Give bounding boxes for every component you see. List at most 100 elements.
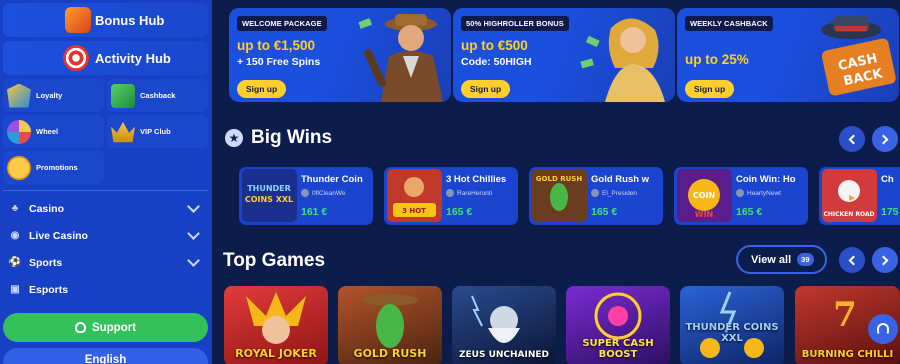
tile-vip-club[interactable]: VIP Club	[107, 115, 208, 148]
thumb-text: CHICKEN ROAD	[823, 211, 874, 218]
promo-card-highroller[interactable]: 50% HIGHROLLER BONUS up to €500 Code: 50…	[453, 8, 675, 102]
avatar	[446, 189, 454, 197]
sidebar: Bonus Hub Activity Hub Loyalty Cashback …	[0, 0, 212, 364]
language-selector[interactable]: English	[3, 348, 208, 364]
game-thumbnail: GOLD RUSH	[532, 169, 587, 222]
main-content: WELCOME PACKAGE up to €1,500 + 150 Free …	[212, 0, 900, 364]
bonus-hub-label: Bonus Hub	[95, 12, 165, 28]
win-player-name: HeartyNewt	[747, 189, 781, 197]
shield-icon	[7, 83, 31, 108]
promo-card-cashback[interactable]: WEEKLY CASHBACK up to 25% Sign up CASH B…	[677, 8, 899, 102]
promo-card-welcome[interactable]: WELCOME PACKAGE up to €1,500 + 150 Free …	[229, 8, 451, 102]
cashback-illustration: CASH BACK	[821, 16, 896, 96]
bonus-hub-button[interactable]: Bonus Hub	[3, 3, 208, 37]
win-game-name: Coin Win: Ho	[736, 174, 796, 185]
big-win-card[interactable]: COIN WIN Coin Win: Ho HeartyNewt 165 €	[674, 167, 808, 225]
win-game-name: Gold Rush w	[591, 174, 650, 185]
nav-sports[interactable]: ⚽ Sports	[3, 249, 208, 276]
language-label: English	[84, 354, 127, 364]
game-tile-label: ZEUS UNCHAINED	[458, 350, 550, 360]
thumb-text: THUNDER	[247, 184, 291, 193]
big-wins-next-button[interactable]	[872, 126, 898, 152]
sign-up-button[interactable]: Sign up	[685, 80, 735, 98]
nav-label: Sports	[29, 256, 63, 269]
win-player: El_Presiden	[591, 189, 661, 197]
game-tile[interactable]: GOLD RUSH	[338, 286, 442, 364]
promo-subline: Code: 50HIGH	[461, 56, 532, 68]
tile-label: Loyalty	[36, 91, 63, 100]
game-tile[interactable]: THUNDER COINS XXL	[680, 286, 784, 364]
game-thumbnail: COIN WIN	[677, 169, 732, 222]
live-icon: ◉	[10, 230, 20, 241]
tile-loyalty[interactable]: Loyalty	[3, 79, 104, 112]
win-player-name: 0flCleanWe	[312, 189, 346, 197]
live-chat-button[interactable]	[868, 314, 898, 344]
seven-glyph: 7	[833, 295, 857, 335]
game-tile-label: THUNDER COINS XXL	[685, 322, 779, 344]
game-thumbnail: THUNDER COINS XXL	[242, 169, 297, 222]
win-player: RareHeronti	[446, 189, 516, 197]
promo-tag: 50% HIGHROLLER BONUS	[461, 16, 569, 31]
win-amount: 165 €	[736, 206, 763, 218]
casino-page: Bonus Hub Activity Hub Loyalty Cashback …	[0, 0, 900, 364]
big-wins-title: Big Wins	[251, 127, 333, 148]
avatar	[591, 189, 599, 197]
activity-hub-button[interactable]: Activity Hub	[3, 41, 208, 75]
gangster-illustration	[358, 14, 443, 102]
win-player: HeartyNewt	[736, 189, 806, 197]
top-games-prev-button[interactable]	[839, 247, 865, 273]
game-tile-label: SUPER CASH BOOST	[582, 338, 654, 360]
win-player-name: El_Presiden	[602, 189, 638, 197]
game-tile[interactable]: ZEUS UNCHAINED	[452, 286, 556, 364]
big-win-card[interactable]: CHICKEN ROAD Ch 175	[819, 167, 900, 225]
view-all-button[interactable]: View all 39	[736, 245, 827, 274]
nav-casino[interactable]: ♣ Casino	[3, 195, 208, 222]
win-amount: 161 €	[301, 206, 328, 218]
headset-icon	[74, 322, 86, 333]
soccer-ball-icon: ⚽	[8, 257, 22, 268]
tile-label: Promotions	[36, 163, 78, 172]
sign-up-button[interactable]: Sign up	[237, 80, 287, 98]
avatar	[736, 189, 744, 197]
view-all-label: View all	[751, 253, 792, 266]
big-wins-prev-button[interactable]	[839, 126, 865, 152]
tile-label: Wheel	[36, 127, 59, 136]
star-icon: ★	[225, 129, 243, 147]
percent-icon	[7, 155, 31, 180]
big-win-card[interactable]: THUNDER COINS XXL Thunder Coin 0flCleanW…	[239, 167, 373, 225]
win-player: 0flCleanWe	[301, 189, 371, 197]
chevron-right-icon	[878, 134, 889, 144]
big-win-card[interactable]: 3 HOT 3 Hot Chillies RareHeronti 165 €	[384, 167, 518, 225]
chevron-down-icon	[187, 200, 200, 213]
sign-up-button[interactable]: Sign up	[461, 80, 511, 98]
promo-subline: + 150 Free Spins	[237, 56, 321, 68]
big-win-card[interactable]: GOLD RUSH Gold Rush w El_Presiden 165 €	[529, 167, 663, 225]
tile-promotions[interactable]: Promotions	[3, 151, 104, 184]
chevron-down-icon	[187, 254, 200, 267]
nav-live-casino[interactable]: ◉ Live Casino	[3, 222, 208, 249]
support-button[interactable]: Support	[3, 313, 208, 342]
tile-label: Cashback	[140, 91, 176, 100]
chevron-down-icon	[187, 227, 200, 240]
tile-wheel[interactable]: Wheel	[3, 115, 104, 148]
headset-icon	[877, 323, 889, 335]
chevron-right-icon	[878, 255, 889, 265]
nav-esports[interactable]: ▣ Esports	[3, 276, 208, 303]
tile-cashback[interactable]: Cashback	[107, 79, 208, 112]
game-tile[interactable]: ROYAL JOKER	[224, 286, 328, 364]
win-game-name: Thunder Coin	[301, 174, 363, 185]
game-tile[interactable]: SUPER CASH BOOST	[566, 286, 670, 364]
thumb-text: COIN	[693, 191, 715, 200]
sidebar-tiles: Loyalty Cashback Wheel VIP Club Promotio…	[3, 79, 208, 184]
wheel-icon	[7, 119, 31, 144]
win-game-name: Ch	[881, 174, 894, 185]
crown-icon	[111, 121, 135, 143]
thumb-text: COINS XXL	[245, 195, 293, 204]
win-amount: 165 €	[591, 206, 618, 218]
woman-illustration	[580, 18, 665, 102]
win-amount: 175	[881, 206, 899, 218]
top-games-next-button[interactable]	[872, 247, 898, 273]
game-tile-label: ROYAL JOKER	[235, 347, 317, 360]
win-game-name: 3 Hot Chillies	[446, 174, 507, 185]
gift-icon	[65, 7, 91, 33]
